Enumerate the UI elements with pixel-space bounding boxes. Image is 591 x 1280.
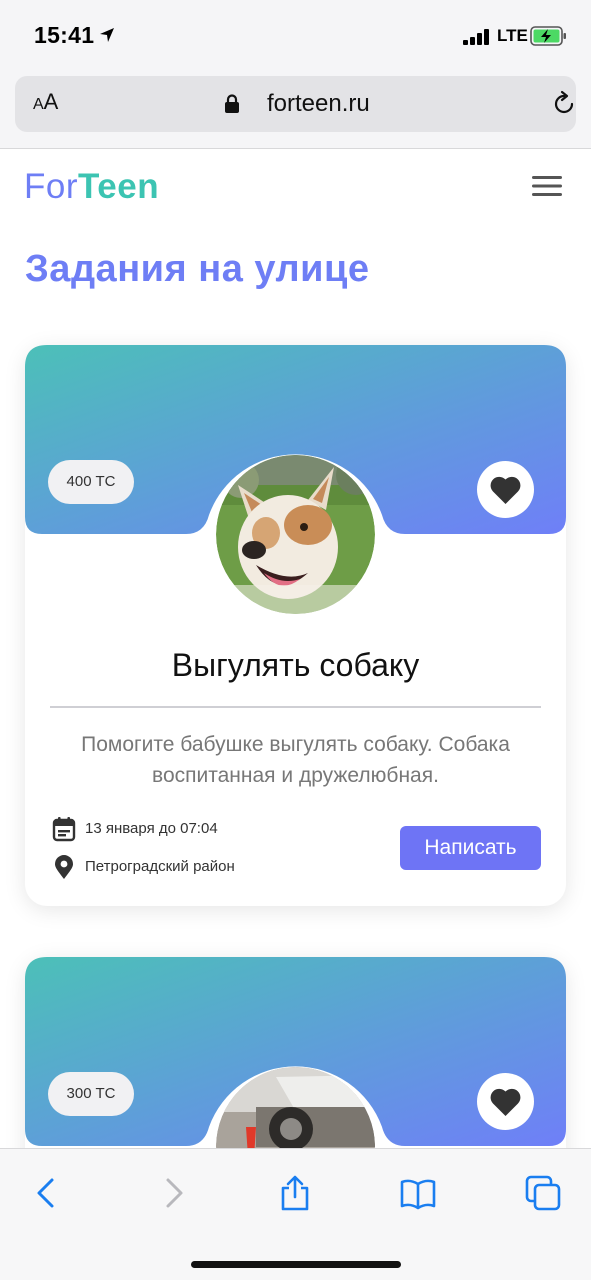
- browser-toolbar: [0, 1148, 591, 1280]
- heart-icon: [490, 1088, 521, 1116]
- forteen-logo[interactable]: ForTeen: [24, 167, 159, 207]
- status-time: 15:41: [34, 22, 95, 48]
- like-button[interactable]: [477, 461, 534, 518]
- reward-badge: 400 TC: [48, 460, 134, 504]
- write-button[interactable]: Написать: [400, 826, 541, 870]
- signal-icon: [463, 29, 489, 45]
- task-location: Петроградский район: [85, 858, 235, 875]
- reload-icon[interactable]: [550, 90, 578, 118]
- bookmarks-icon[interactable]: [400, 1175, 436, 1211]
- map-pin-icon: [55, 855, 73, 879]
- dog-photo: [216, 455, 375, 614]
- page-title: Задания на улице: [25, 248, 370, 290]
- back-icon[interactable]: [28, 1175, 64, 1211]
- logo-part-teen: Teen: [78, 167, 160, 206]
- url-text[interactable]: forteen.ru: [267, 90, 370, 118]
- address-bar[interactable]: AA forteen.ru: [15, 76, 576, 132]
- status-bar: 15:41 LTE: [0, 0, 591, 72]
- task-description: Помогите бабушке выгулять собаку. Собака…: [81, 733, 510, 787]
- share-icon[interactable]: [277, 1175, 313, 1211]
- location-arrow-icon: [100, 28, 114, 42]
- tabs-icon[interactable]: [525, 1175, 561, 1211]
- task-title: Выгулять собаку: [171, 647, 420, 683]
- like-button[interactable]: [477, 1073, 534, 1130]
- forward-icon[interactable]: [156, 1175, 192, 1211]
- home-indicator: [191, 1261, 401, 1268]
- heart-icon: [490, 476, 521, 504]
- lock-icon: [225, 94, 239, 113]
- logo-part-for: For: [24, 167, 78, 206]
- text-size-button[interactable]: AA: [33, 89, 58, 115]
- calendar-icon: [52, 817, 76, 842]
- card-divider: [50, 706, 541, 708]
- hamburger-menu-icon[interactable]: [532, 174, 562, 198]
- site-header: ForTeen: [0, 150, 591, 225]
- task-date: 13 января до 07:04: [85, 820, 218, 837]
- battery-charging-icon: [530, 26, 566, 46]
- network-label: LTE: [497, 26, 528, 45]
- browser-bar: AA forteen.ru: [0, 72, 591, 149]
- reward-badge: 300 TC: [48, 1072, 134, 1116]
- task-card[interactable]: 400 TC Выгулять собаку Помогите бабушке …: [25, 345, 566, 906]
